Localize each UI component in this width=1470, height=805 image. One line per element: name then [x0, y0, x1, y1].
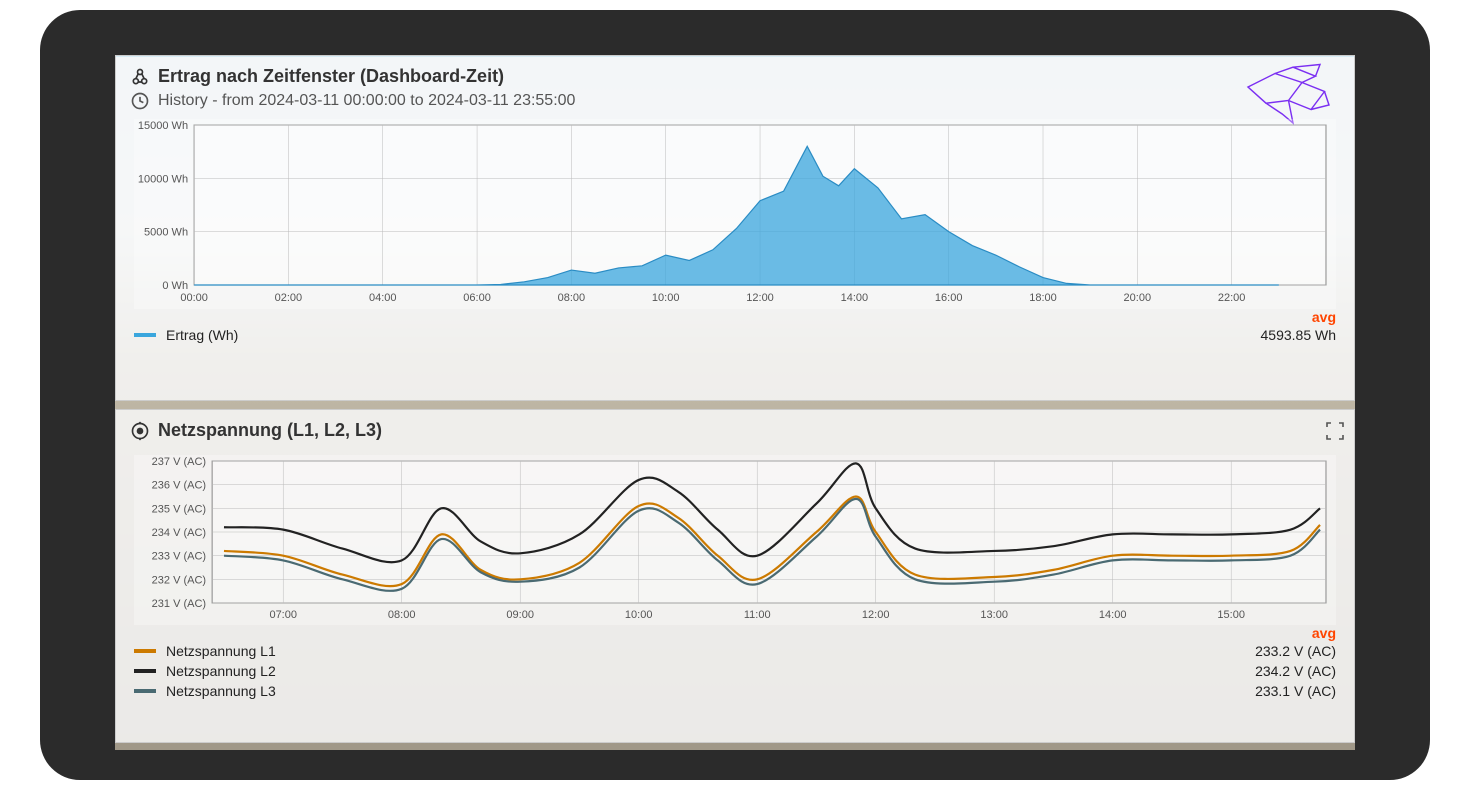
- panel-title: Ertrag nach Zeitfenster (Dashboard-Zeit): [158, 66, 504, 87]
- svg-text:00:00: 00:00: [180, 292, 208, 304]
- svg-text:10:00: 10:00: [625, 609, 653, 621]
- svg-text:0 Wh: 0 Wh: [162, 280, 188, 292]
- svg-text:231 V (AC): 231 V (AC): [152, 598, 206, 610]
- chart-netzspannung[interactable]: 231 V (AC) 232 V (AC) 233 V (AC) 234 V (AC)…: [134, 455, 1336, 625]
- svg-text:14:00: 14:00: [841, 292, 869, 304]
- svg-text:08:00: 08:00: [388, 609, 416, 621]
- svg-text:06:00: 06:00: [463, 292, 491, 304]
- svg-text:04:00: 04:00: [369, 292, 397, 304]
- svg-text:16:00: 16:00: [935, 292, 963, 304]
- svg-text:236 V (AC): 236 V (AC): [152, 480, 206, 492]
- webhook-icon: [130, 67, 150, 87]
- avg-value: 4593.85 Wh: [1261, 327, 1337, 343]
- svg-text:02:00: 02:00: [275, 292, 303, 304]
- legend-swatch-icon: [134, 649, 156, 653]
- legend-swatch-icon: [134, 669, 156, 673]
- svg-text:12:00: 12:00: [862, 609, 890, 621]
- avg-header: avg: [116, 309, 1354, 325]
- svg-text:09:00: 09:00: [506, 609, 534, 621]
- panel-title: Netzspannung (L1, L2, L3): [158, 420, 382, 441]
- svg-text:22:00: 22:00: [1218, 292, 1246, 304]
- svg-text:235 V (AC): 235 V (AC): [152, 503, 206, 515]
- legend-label: Ertrag (Wh): [166, 327, 238, 343]
- clock-icon: [130, 91, 150, 111]
- svg-text:08:00: 08:00: [558, 292, 586, 304]
- panel-ertrag: Ertrag nach Zeitfenster (Dashboard-Zeit)…: [115, 55, 1355, 401]
- svg-text:20:00: 20:00: [1124, 292, 1152, 304]
- svg-text:5000 Wh: 5000 Wh: [144, 227, 188, 239]
- panel-subtitle: History - from 2024-03-11 00:00:00 to 20…: [158, 92, 575, 110]
- avg-header: avg: [116, 625, 1354, 641]
- legend-label: Netzspannung L1: [166, 643, 276, 659]
- legend-item[interactable]: Netzspannung L1: [134, 643, 276, 659]
- svg-text:237 V (AC): 237 V (AC): [152, 456, 206, 468]
- svg-text:15000 Wh: 15000 Wh: [138, 120, 188, 132]
- svg-text:14:00: 14:00: [1099, 609, 1127, 621]
- device-frame: Ertrag nach Zeitfenster (Dashboard-Zeit)…: [40, 10, 1430, 780]
- svg-text:232 V (AC): 232 V (AC): [152, 574, 206, 586]
- svg-text:234 V (AC): 234 V (AC): [152, 527, 206, 539]
- svg-text:13:00: 13:00: [980, 609, 1008, 621]
- legend-item[interactable]: Netzspannung L2: [134, 663, 276, 679]
- svg-text:07:00: 07:00: [269, 609, 297, 621]
- svg-text:11:00: 11:00: [744, 609, 771, 621]
- legend-label: Netzspannung L2: [166, 663, 276, 679]
- svg-text:10:00: 10:00: [652, 292, 680, 304]
- avg-value: 234.2 V (AC): [1255, 663, 1336, 679]
- panel-netzspannung: Netzspannung (L1, L2, L3) 231 V (AC) 232 …: [115, 409, 1355, 743]
- svg-text:10000 Wh: 10000 Wh: [138, 173, 188, 185]
- legend-swatch-icon: [134, 333, 156, 337]
- expand-icon[interactable]: [1326, 422, 1344, 440]
- svg-text:15:00: 15:00: [1217, 609, 1245, 621]
- svg-text:18:00: 18:00: [1029, 292, 1057, 304]
- target-icon: [130, 421, 150, 441]
- svg-text:233 V (AC): 233 V (AC): [152, 551, 206, 563]
- legend-swatch-icon: [134, 689, 156, 693]
- legend-item[interactable]: Ertrag (Wh): [134, 327, 238, 343]
- avg-value: 233.2 V (AC): [1255, 643, 1336, 659]
- legend-item[interactable]: Netzspannung L3: [134, 683, 276, 699]
- svg-text:12:00: 12:00: [746, 292, 774, 304]
- avg-value: 233.1 V (AC): [1255, 683, 1336, 699]
- chart-ertrag[interactable]: 0 Wh 5000 Wh 10000 Wh 15000 Wh 00:00 02:00 04:…: [134, 119, 1336, 309]
- legend-label: Netzspannung L3: [166, 683, 276, 699]
